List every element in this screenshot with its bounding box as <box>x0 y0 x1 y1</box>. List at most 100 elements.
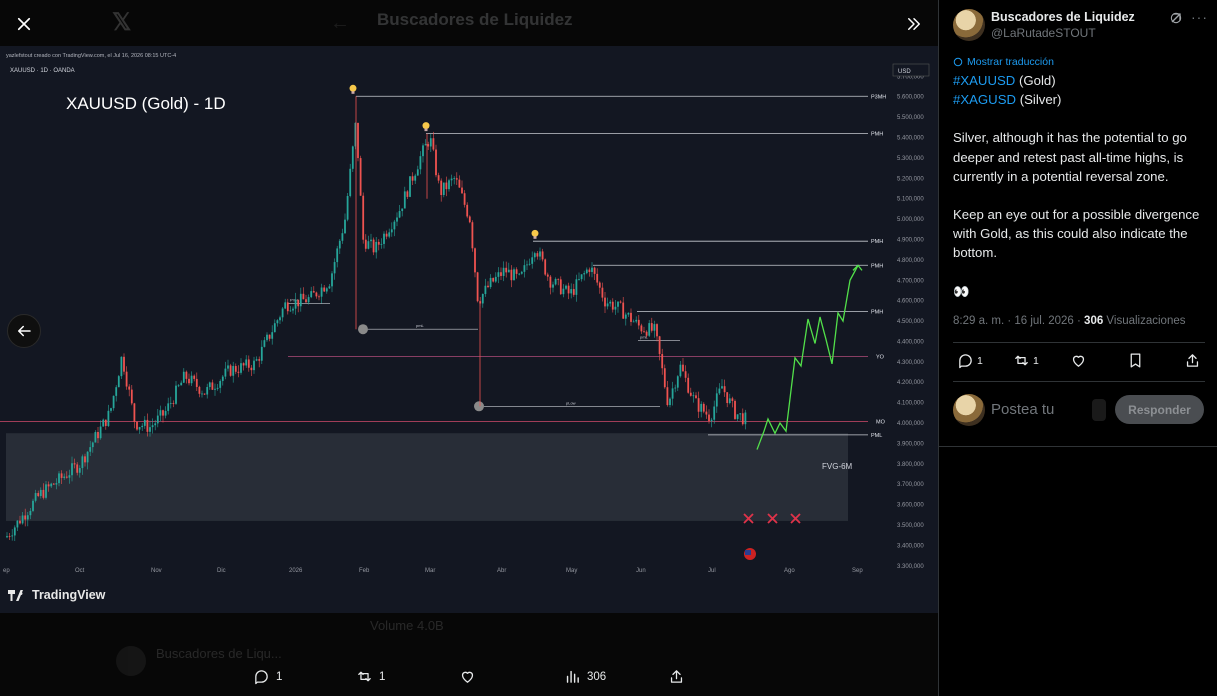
candle <box>112 395 115 409</box>
show-translation-link[interactable]: Mostrar traducción <box>953 56 1054 68</box>
sidebar-reply-button[interactable]: 1 <box>957 352 983 369</box>
tradingview-chart: P3MH5.602,225PMH5.419,660PMH4.891,540PMH… <box>0 46 938 613</box>
candle <box>700 403 703 412</box>
candle <box>11 535 14 537</box>
candle <box>271 332 274 339</box>
candle <box>645 331 648 336</box>
sidebar-share-button[interactable] <box>1184 352 1201 369</box>
candle <box>331 273 333 287</box>
candle <box>468 216 471 223</box>
hashtag-link[interactable]: #XAGUSD <box>953 92 1016 107</box>
tweet-timestamp[interactable]: 8:29 a. m. · 16 jul. 2026 · <box>953 315 1084 327</box>
candle <box>224 368 227 377</box>
candle <box>658 336 661 355</box>
candle <box>55 483 58 485</box>
candle <box>734 400 736 419</box>
candle <box>299 293 302 307</box>
candle <box>388 232 391 237</box>
candle <box>240 363 242 373</box>
x-tick-label: Oct <box>75 568 85 574</box>
candle <box>367 241 370 249</box>
y-tick-label: 4.000,000 <box>897 421 924 427</box>
candle <box>692 395 695 397</box>
views-action[interactable]: 306 <box>564 668 606 685</box>
candle <box>614 306 617 310</box>
more-options-icon[interactable]: ··· <box>1191 9 1208 25</box>
candle <box>42 489 45 498</box>
candle <box>154 423 157 426</box>
repost-action[interactable]: 1 <box>356 668 385 685</box>
y-tick-label: 5.000,000 <box>897 217 924 223</box>
tweet-meta: 8:29 a. m. · 16 jul. 2026 · 306 Visualiz… <box>953 315 1186 327</box>
candle <box>149 427 151 432</box>
sidebar-bookmark-button[interactable] <box>1127 352 1144 369</box>
level-label: PMH <box>871 239 883 245</box>
reply-action[interactable]: 1 <box>253 668 282 685</box>
candle <box>370 239 372 242</box>
reply-submit-button[interactable]: Responder <box>1115 395 1204 424</box>
candle <box>666 387 669 406</box>
reply-scroll-indicator <box>1092 399 1106 421</box>
x-tick-label: Nov <box>151 568 162 574</box>
reply-input[interactable]: Postea tu <box>991 401 1054 418</box>
candle <box>481 293 484 304</box>
flag-icon <box>744 548 756 560</box>
tradingview-label: TradingView <box>32 588 106 602</box>
hashtag-link[interactable]: #XAUUSD <box>953 73 1015 88</box>
small-level-label: PYH <box>290 298 298 303</box>
sidebar-repost-button[interactable]: 1 <box>1013 352 1039 369</box>
candle <box>494 276 497 282</box>
candle <box>279 317 281 321</box>
candle <box>29 510 32 516</box>
candle <box>528 263 531 265</box>
candle <box>731 398 734 401</box>
avatar[interactable] <box>953 9 985 41</box>
ghost-line: Volume 4.0B <box>370 618 444 633</box>
candle <box>705 411 708 415</box>
current-user-avatar <box>953 394 985 426</box>
y-tick-label: 5.200,000 <box>897 176 924 182</box>
small-level-label: pLow <box>566 400 576 405</box>
candle <box>325 288 328 292</box>
candle <box>380 243 383 245</box>
candle <box>32 500 34 511</box>
candle <box>289 310 292 312</box>
sidebar-like-button[interactable] <box>1070 352 1087 369</box>
candle <box>396 217 398 222</box>
candle <box>182 371 185 383</box>
candle <box>606 303 609 307</box>
candle <box>250 367 253 371</box>
previous-media-button[interactable] <box>7 314 41 348</box>
candle <box>572 289 575 295</box>
currency-label: USD <box>898 69 911 75</box>
candle <box>323 287 326 292</box>
grok-icon[interactable] <box>1168 10 1184 26</box>
y-tick-label: 4.600,000 <box>897 299 924 305</box>
candle <box>487 285 489 288</box>
candle <box>91 442 94 448</box>
candle <box>130 389 133 404</box>
candle <box>448 180 450 190</box>
candle <box>78 468 81 473</box>
expand-sidebar-button[interactable] <box>897 7 931 41</box>
candle <box>315 292 318 297</box>
candle <box>736 414 739 419</box>
like-action[interactable] <box>459 668 476 685</box>
share-action[interactable] <box>668 668 685 685</box>
candle <box>260 346 263 361</box>
author-handle[interactable]: @LaRutadeSTOUT <box>991 25 1135 41</box>
author-block[interactable]: Buscadores de Liquidez @LaRutadeSTOUT <box>953 9 1135 41</box>
chart-attribution: yazlefstout creado con TradingView.com, … <box>6 53 176 59</box>
candle <box>502 267 505 276</box>
y-tick-label: 4.500,000 <box>897 319 924 325</box>
candle <box>663 368 666 388</box>
candle <box>570 289 573 294</box>
candle <box>8 536 11 537</box>
y-tick-label: 5.300,000 <box>897 156 924 162</box>
x-tick-label: Abr <box>497 568 506 574</box>
y-tick-label: 5.600,000 <box>897 95 924 101</box>
level-label: PMH <box>871 263 883 269</box>
candle <box>229 365 232 376</box>
author-name[interactable]: Buscadores de Liquidez <box>991 9 1135 25</box>
close-button[interactable] <box>7 7 41 41</box>
